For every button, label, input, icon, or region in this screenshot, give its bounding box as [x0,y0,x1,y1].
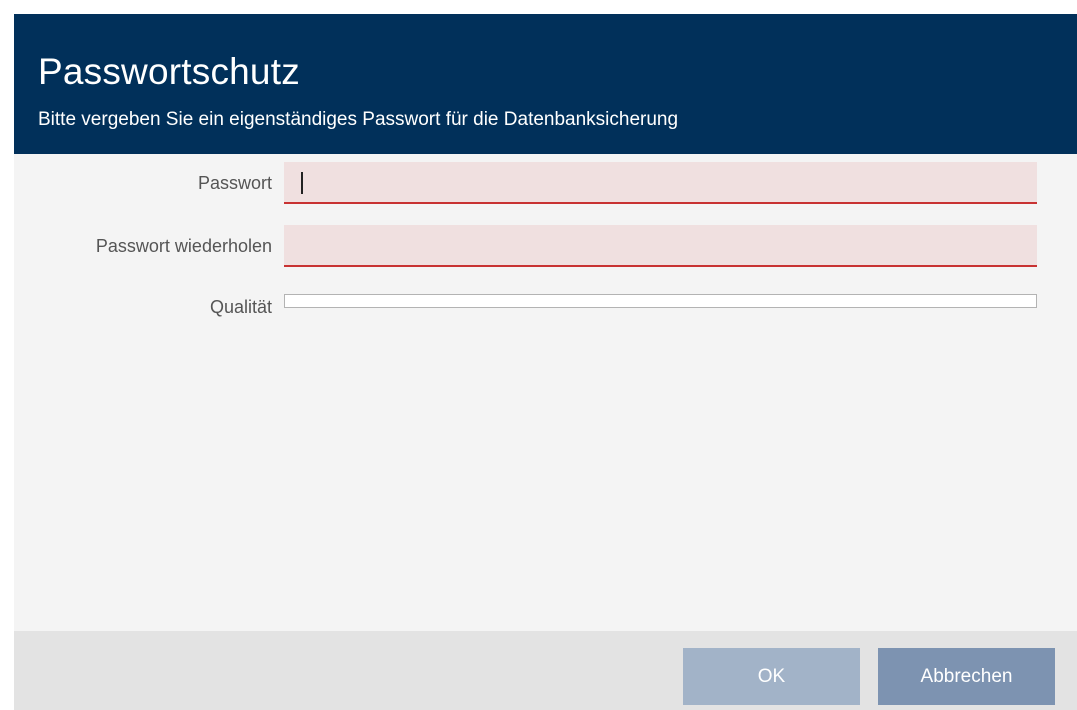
quality-row: Qualität [14,294,1077,324]
ok-button[interactable]: OK [683,648,860,705]
cancel-button[interactable]: Abbrechen [878,648,1055,705]
password-label: Passwort [197,173,272,193]
dialog-title: Passwortschutz [38,51,300,92]
dialog-header: Passwortschutz Bitte vergeben Sie ein ei… [14,14,1077,154]
password-field[interactable] [284,162,1037,204]
quality-meter [284,294,1037,308]
dialog-footer: OK Abbrechen [14,631,1077,710]
password-row: Passwort [14,162,1077,208]
password-repeat-label: Passwort wiederholen [95,236,272,256]
password-repeat-row: Passwort wiederholen [14,225,1077,271]
text-caret [301,172,303,194]
password-repeat-field[interactable] [284,225,1037,267]
password-protection-dialog: Passwortschutz Bitte vergeben Sie ein ei… [14,14,1077,710]
quality-label: Qualität [209,297,272,317]
dialog-subtitle: Bitte vergeben Sie ein eigenständiges Pa… [38,109,679,130]
